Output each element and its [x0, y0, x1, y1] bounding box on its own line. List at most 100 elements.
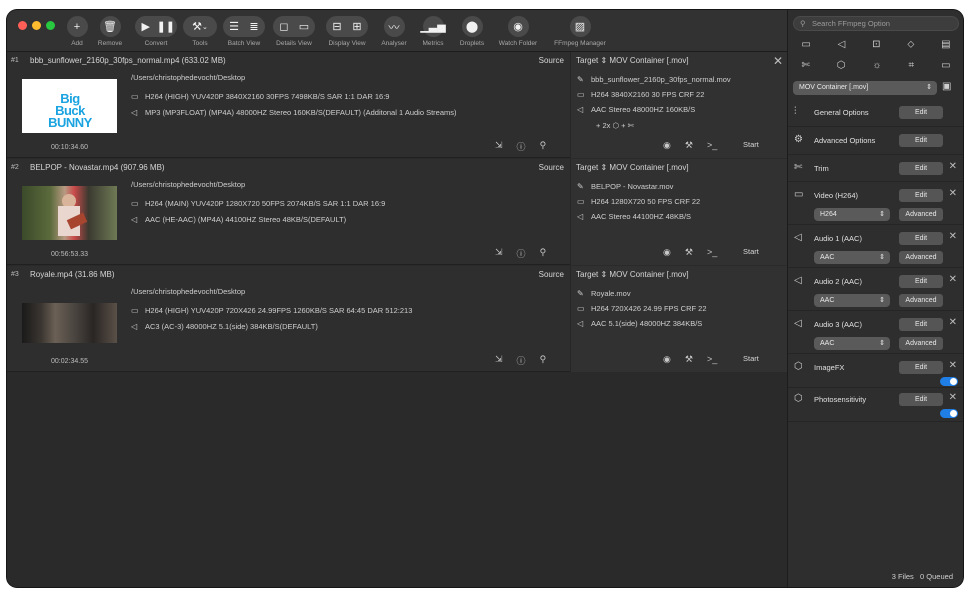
ffmpeg-manager-button[interactable]: ▨ FFmpeg Manager — [547, 16, 613, 47]
close-icon[interactable]: ✕ — [949, 392, 957, 403]
wrench-icon[interactable]: ⚒ — [685, 140, 693, 151]
audio-1-codec-select[interactable]: AAC ⇕ — [814, 251, 890, 264]
panel-icon: ▭ — [298, 21, 310, 33]
speaker-icon[interactable]: ◁ — [838, 39, 846, 50]
audio-2-section: ◁ Audio 2 (AAC) Edit ✕ AAC ⇕ Advanced — [788, 268, 963, 311]
pause-icon: ❚❚ — [156, 21, 175, 33]
start-button[interactable]: Start — [743, 140, 759, 149]
search-icon[interactable]: ⚲ — [540, 354, 547, 367]
job-thumbnail — [22, 303, 117, 343]
job-row-1[interactable]: #1 bbb_sunflower_2160p_30fps_normal.mp4 … — [7, 52, 787, 158]
photosensitivity-section: ⬡ Photosensitivity Edit ✕ — [788, 388, 963, 422]
terminal-icon[interactable]: >_ — [707, 354, 717, 365]
info-icon[interactable]: ⓘ — [517, 354, 526, 367]
job-row-2[interactable]: #2 BELPOP - Novastar.mp4 (907.96 MB) Sou… — [7, 159, 787, 265]
wrench-icon[interactable]: ⚒ — [685, 354, 693, 365]
photosensitivity-toggle[interactable] — [940, 409, 958, 418]
imagefx-toggle[interactable] — [940, 377, 958, 386]
search-input[interactable]: ⚲ Search FFmpeg Option — [793, 16, 959, 31]
job-filesize: (31.86 MB) — [74, 270, 115, 279]
close-icon[interactable]: ✕ — [773, 54, 783, 68]
terminal-icon[interactable]: >_ — [707, 247, 717, 258]
close-icon[interactable]: ✕ — [949, 317, 957, 328]
video-camera-icon: ▭ — [794, 189, 804, 200]
zoom-window-button[interactable] — [46, 21, 55, 30]
info-icon[interactable]: ⓘ — [517, 140, 526, 153]
window-icon[interactable]: ▭ — [941, 60, 950, 71]
advanced-options-edit-button[interactable]: Edit — [899, 134, 943, 147]
video-codec-select[interactable]: H264 ⇕ — [814, 208, 890, 221]
video-camera-icon[interactable]: ▭ — [801, 39, 810, 50]
speaker-icon: ◁ — [577, 319, 584, 328]
search-icon[interactable]: ⚲ — [540, 140, 547, 153]
preview-eye-icon[interactable]: ◉ — [663, 140, 671, 151]
container-select[interactable]: MOV Container [.mov] ⇕ — [793, 81, 937, 95]
audio-3-codec-select[interactable]: AAC ⇕ — [814, 337, 890, 350]
video-advanced-button[interactable]: Advanced — [899, 208, 943, 221]
target-container-select[interactable]: MOV Container [.mov] — [609, 163, 688, 172]
audio-1-advanced-button[interactable]: Advanced — [899, 251, 943, 264]
export-icon[interactable]: ⇲ — [495, 140, 503, 153]
audio-2-edit-button[interactable]: Edit — [899, 275, 943, 288]
target-container-select[interactable]: MOV Container [.mov] — [609, 270, 688, 279]
cube-icon: ⬡ — [794, 393, 803, 404]
details-view-button[interactable]: ◻ ▭ Details View — [273, 16, 315, 47]
remove-button[interactable]: 🗑 Remove — [95, 16, 125, 47]
pencil-icon: ✎ — [577, 182, 584, 191]
close-window-button[interactable] — [18, 21, 27, 30]
start-button[interactable]: Start — [743, 247, 759, 256]
pencil-icon: ✎ — [577, 75, 584, 84]
preview-eye-icon[interactable]: ◉ — [663, 354, 671, 365]
wrench-icon[interactable]: ⚒ — [685, 247, 693, 258]
close-icon[interactable]: ✕ — [949, 188, 957, 199]
audio-3-advanced-button[interactable]: Advanced — [899, 337, 943, 350]
analyser-button[interactable]: 〰 Analyser — [379, 16, 409, 47]
preview-eye-icon[interactable]: ◉ — [663, 247, 671, 258]
scissors-icon[interactable]: ✄ — [801, 60, 809, 71]
job-duration: 00:56:53.33 — [51, 251, 88, 258]
batch-view-button[interactable]: ☰ ≣ Batch View — [223, 16, 265, 47]
add-button[interactable]: + Add — [65, 16, 89, 47]
display-view-button[interactable]: ⊟ ⊞ Display View — [325, 16, 369, 47]
split-icon: ⊟ — [332, 21, 342, 33]
tools-button[interactable]: ⚒ ⌄ Tools — [183, 16, 217, 47]
subtitle-icon[interactable]: ⊡ — [872, 39, 880, 50]
audio-3-edit-button[interactable]: Edit — [899, 318, 943, 331]
trim-edit-button[interactable]: Edit — [899, 162, 943, 175]
export-icon[interactable]: ⇲ — [495, 354, 503, 367]
metrics-button[interactable]: ▁▃▅ Metrics — [418, 16, 448, 47]
general-options-edit-button[interactable]: Edit — [899, 106, 943, 119]
crop-icon[interactable]: ⌗ — [909, 60, 915, 71]
export-icon[interactable]: ⇲ — [495, 247, 503, 260]
close-icon[interactable]: ✕ — [949, 161, 957, 172]
main-area: + Add 🗑 Remove ▶ ❚❚ Convert ⚒ ⌄ Tools ☰ ≣ — [7, 10, 787, 587]
photosensitivity-edit-button[interactable]: Edit — [899, 393, 943, 406]
cube-icon[interactable]: ⬡ — [837, 60, 846, 71]
target-container-select[interactable]: MOV Container [.mov] — [609, 56, 688, 65]
convert-button[interactable]: ▶ ❚❚ Convert — [135, 16, 177, 47]
toolbar: + Add 🗑 Remove ▶ ❚❚ Convert ⚒ ⌄ Tools ☰ ≣ — [7, 10, 787, 52]
save-preset-icon[interactable]: ▣ — [942, 81, 951, 92]
source-label: Source — [538, 270, 564, 279]
close-icon[interactable]: ✕ — [949, 231, 957, 242]
search-icon[interactable]: ⚲ — [540, 247, 547, 260]
droplets-button[interactable]: ⬤ Droplets — [455, 16, 489, 47]
tag-icon[interactable]: ⬦ — [907, 39, 914, 50]
watch-folder-button[interactable]: ◉ Watch Folder — [495, 16, 541, 47]
sun-icon[interactable]: ☼ — [872, 60, 881, 71]
audio-2-advanced-button[interactable]: Advanced — [899, 294, 943, 307]
start-button[interactable]: Start — [743, 354, 759, 363]
close-icon[interactable]: ✕ — [949, 360, 957, 371]
close-icon[interactable]: ✕ — [949, 274, 957, 285]
audio-2-codec-select[interactable]: AAC ⇕ — [814, 294, 890, 307]
imagefx-edit-button[interactable]: Edit — [899, 361, 943, 374]
job-filesize: (633.02 MB) — [181, 56, 226, 65]
job-row-3[interactable]: #3 Royale.mp4 (31.86 MB) Source /Users/c… — [7, 266, 787, 372]
terminal-icon[interactable]: >_ — [707, 140, 717, 151]
document-icon[interactable]: ▤ — [941, 39, 950, 50]
info-icon[interactable]: ⓘ — [517, 247, 526, 260]
audio-1-edit-button[interactable]: Edit — [899, 232, 943, 245]
list-icon: ☰ — [229, 21, 239, 33]
video-edit-button[interactable]: Edit — [899, 189, 943, 202]
minimize-window-button[interactable] — [32, 21, 41, 30]
